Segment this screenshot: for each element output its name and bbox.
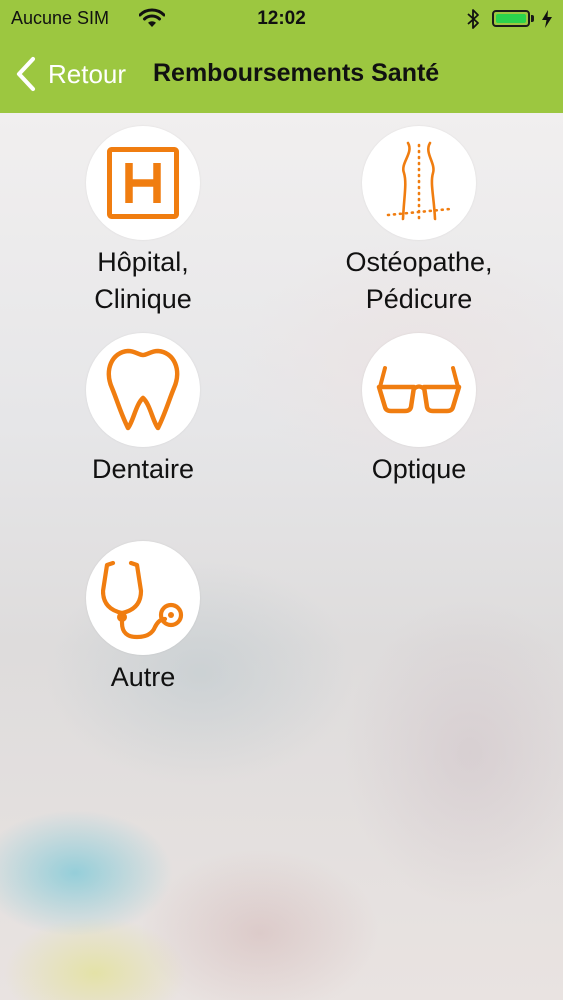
glasses-icon: [376, 366, 462, 414]
battery-icon: [492, 10, 530, 27]
category-dentaire-label-line-1: Dentaire: [91, 454, 195, 484]
category-optique-circle: [362, 333, 476, 447]
category-optique[interactable]: Optique: [344, 333, 494, 488]
back-label: Retour: [48, 58, 127, 89]
charging-bolt-icon: [542, 10, 552, 28]
navigation-bar: Retour Remboursements Santé: [0, 37, 563, 113]
category-autre-label-line-1: Autre: [110, 662, 176, 692]
status-bar: Aucune SIM 12:02: [0, 0, 563, 37]
bluetooth-icon: [467, 9, 479, 29]
category-optique-label: Optique: [344, 451, 494, 488]
category-osteopathe-circle: [362, 126, 476, 240]
category-dentaire-label: Dentaire: [68, 451, 218, 488]
category-autre-circle: [86, 541, 200, 655]
page-title: Remboursements Santé: [153, 59, 440, 87]
category-hopital-label-line-2: Clinique: [94, 284, 192, 314]
category-osteopathe-label-line-1: Ostéopathe,: [345, 247, 493, 277]
category-autre-label: Autre: [68, 659, 218, 696]
battery-tip: [531, 15, 534, 22]
category-hopital-label: Hôpital, Clinique: [68, 244, 218, 318]
category-hopital-label-line-1: Hôpital,: [97, 247, 189, 277]
category-osteopathe-label-line-2: Pédicure: [365, 284, 473, 314]
chevron-left-icon: [16, 56, 36, 92]
category-dentaire-circle: [86, 333, 200, 447]
category-hopital[interactable]: Hôpital, Clinique: [68, 126, 218, 318]
category-optique-label-line-1: Optique: [371, 454, 467, 484]
spine-feet-icon: [386, 141, 452, 225]
tooth-icon: [106, 348, 180, 431]
category-osteopathe[interactable]: Ostéopathe, Pédicure: [319, 126, 519, 318]
hospital-icon: [107, 147, 179, 219]
category-osteopathe-label: Ostéopathe, Pédicure: [319, 244, 519, 318]
category-hopital-circle: [86, 126, 200, 240]
back-button[interactable]: Retour: [14, 54, 126, 94]
category-dentaire[interactable]: Dentaire: [68, 333, 218, 488]
category-autre[interactable]: Autre: [68, 541, 218, 696]
stethoscope-icon: [101, 560, 184, 640]
